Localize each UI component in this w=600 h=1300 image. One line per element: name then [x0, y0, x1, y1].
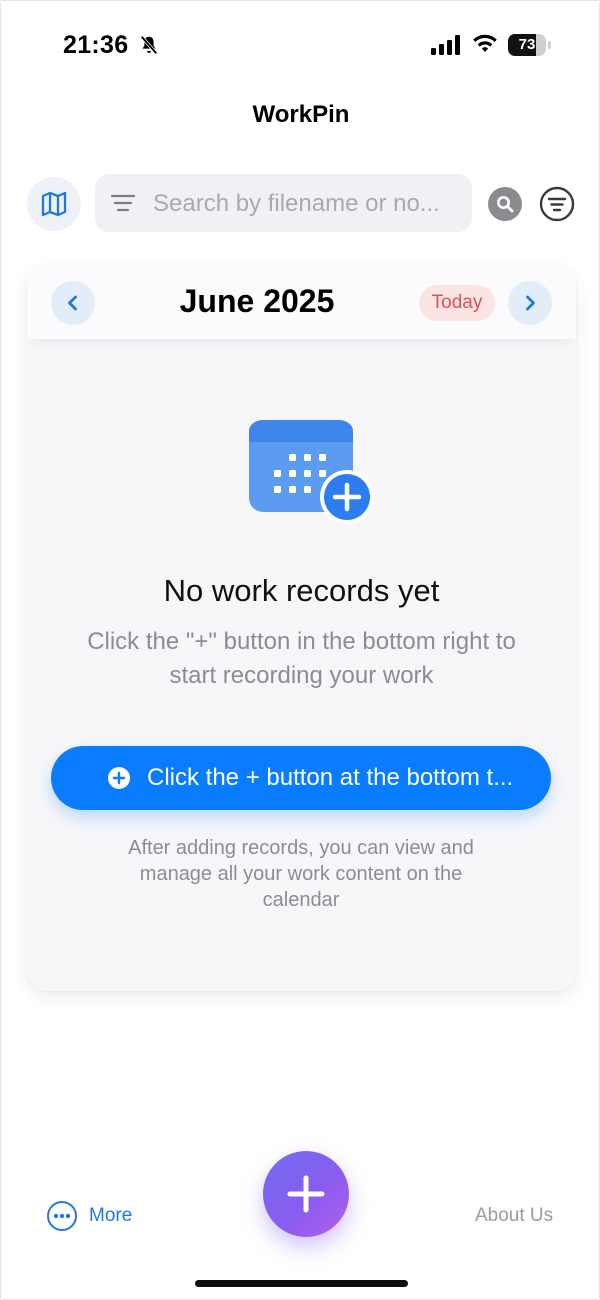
empty-state-footnote: After adding records, you can view and m…: [128, 837, 474, 911]
more-label: More: [89, 1205, 133, 1226]
chevron-right-icon: [526, 295, 535, 311]
map-icon: [41, 191, 67, 217]
home-indicator: [195, 1280, 408, 1287]
search-button[interactable]: [488, 187, 522, 221]
status-bar: 21:36 73: [1, 1, 599, 91]
calendar-plus-icon: [249, 420, 374, 524]
add-record-hint-button[interactable]: Click the + button at the bottom t...: [51, 746, 551, 810]
add-record-fab[interactable]: [263, 1151, 349, 1237]
app-screen: 21:36 73 WorkPin Search by filename or n…: [0, 0, 600, 1300]
battery-percent: 73: [518, 36, 536, 53]
month-header: June 2025 Today: [27, 265, 576, 339]
previous-month-button[interactable]: [51, 281, 95, 325]
wifi-icon: [473, 34, 497, 52]
filter-icon[interactable]: [539, 186, 575, 222]
calendar-card: June 2025 Today No work records yet Clic…: [27, 265, 576, 991]
today-button[interactable]: Today: [419, 285, 495, 321]
search-bar[interactable]: [95, 174, 472, 234]
status-time: 21:36: [63, 31, 129, 59]
more-icon: [47, 1201, 77, 1231]
battery-tip: [548, 41, 551, 49]
month-title: June 2025: [179, 283, 335, 319]
app-title: WorkPin: [252, 101, 350, 128]
bell-slash-icon: [140, 35, 158, 55]
add-record-hint-label: Click the + button at the bottom t...: [147, 764, 514, 791]
plus-icon: [287, 1175, 325, 1213]
map-button[interactable]: [27, 177, 81, 231]
search-icon: [497, 196, 514, 213]
battery-body: 73: [508, 34, 546, 56]
signal-icon: [431, 35, 460, 55]
about-us-link[interactable]: About Us: [475, 1205, 553, 1227]
chevron-left-icon: [68, 295, 77, 311]
more-button[interactable]: More: [47, 1199, 132, 1233]
menu-icon: [111, 194, 135, 212]
empty-state-title: No work records yet: [163, 573, 440, 608]
next-month-button[interactable]: [508, 281, 552, 325]
battery-icon: 73: [508, 34, 552, 56]
empty-state-description: Click the "+" button in the bottom right…: [87, 628, 516, 689]
plus-circle-icon: [108, 767, 130, 789]
search-input[interactable]: [151, 174, 465, 234]
